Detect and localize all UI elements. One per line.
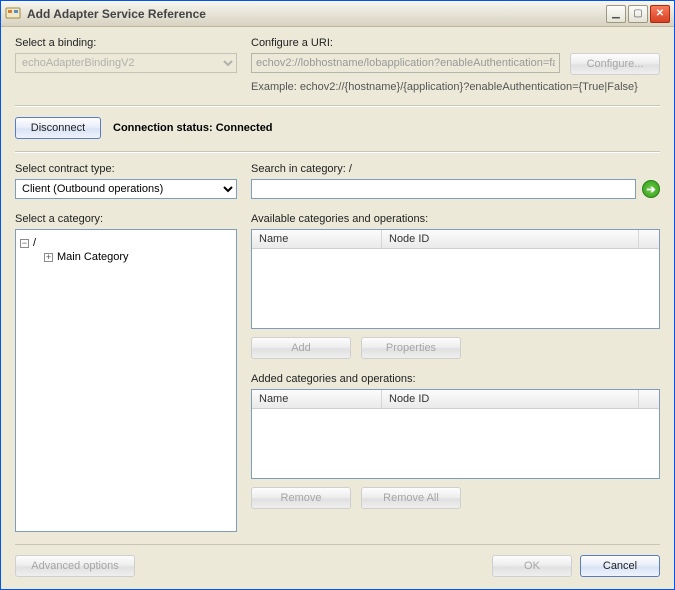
added-col-name[interactable]: Name xyxy=(252,390,382,408)
contract-group: Select contract type: Client (Outbound o… xyxy=(15,163,237,199)
category-pane: Select a category: − / + Main Category xyxy=(15,205,237,532)
added-col-end xyxy=(639,390,659,408)
connection-status-label: Connection status: xyxy=(113,122,213,134)
contract-search-row: Select contract type: Client (Outbound o… xyxy=(15,163,660,199)
tree-root[interactable]: − / xyxy=(20,236,232,250)
content-area: Select a binding: echoAdapterBindingV2 C… xyxy=(1,27,674,589)
disconnect-button[interactable]: Disconnect xyxy=(15,117,101,139)
remove-button[interactable]: Remove xyxy=(251,487,351,509)
available-buttons: Add Properties xyxy=(251,337,660,359)
removeall-button[interactable]: Remove All xyxy=(361,487,461,509)
available-listview[interactable]: Name Node ID xyxy=(251,229,660,329)
search-label: Search in category: / xyxy=(251,163,660,175)
window-title: Add Adapter Service Reference xyxy=(27,7,606,21)
binding-label: Select a binding: xyxy=(15,37,237,49)
available-col-nodeid[interactable]: Node ID xyxy=(382,230,639,248)
added-col-nodeid[interactable]: Node ID xyxy=(382,390,639,408)
search-input[interactable] xyxy=(251,179,636,199)
titlebar: Add Adapter Service Reference ▁ ▢ ✕ xyxy=(1,1,674,27)
available-label: Available categories and operations: xyxy=(251,213,660,225)
footer-bar: Advanced options OK Cancel xyxy=(15,544,660,577)
tree-toggle-plus-icon[interactable]: + xyxy=(44,253,53,262)
tree-children: + Main Category xyxy=(44,250,232,264)
added-header: Name Node ID xyxy=(252,390,659,409)
added-label: Added categories and operations: xyxy=(251,373,660,385)
binding-select[interactable]: echoAdapterBindingV2 xyxy=(15,53,237,73)
configure-button[interactable]: Configure... xyxy=(570,53,660,75)
search-go-icon[interactable]: ➔ xyxy=(642,180,660,198)
uri-label: Configure a URI: xyxy=(251,37,660,49)
operations-pane: Available categories and operations: Nam… xyxy=(251,205,660,532)
available-header: Name Node ID xyxy=(252,230,659,249)
tree-item-label: Main Category xyxy=(57,251,129,263)
tree-root-label: / xyxy=(33,237,36,249)
separator-1 xyxy=(15,105,660,107)
ok-button[interactable]: OK xyxy=(492,555,572,577)
added-listview[interactable]: Name Node ID xyxy=(251,389,660,479)
binding-group: Select a binding: echoAdapterBindingV2 xyxy=(15,37,237,73)
add-button[interactable]: Add xyxy=(251,337,351,359)
tree-item-main-category[interactable]: + Main Category xyxy=(44,250,232,264)
available-col-end xyxy=(639,230,659,248)
category-tree-label: Select a category: xyxy=(15,213,237,225)
uri-group: Configure a URI: Configure... Example: e… xyxy=(251,37,660,93)
separator-2 xyxy=(15,151,660,153)
category-tree[interactable]: − / + Main Category xyxy=(15,229,237,532)
available-col-name[interactable]: Name xyxy=(252,230,382,248)
contract-select[interactable]: Client (Outbound operations) xyxy=(15,179,237,199)
window-controls: ▁ ▢ ✕ xyxy=(606,5,670,23)
advanced-options-button[interactable]: Advanced options xyxy=(15,555,135,577)
app-icon xyxy=(5,6,21,22)
connection-status-value: Connected xyxy=(216,122,273,134)
main-grid: Select a category: − / + Main Category xyxy=(15,205,660,532)
uri-example: Example: echov2://{hostname}/{applicatio… xyxy=(251,81,660,93)
uri-input[interactable] xyxy=(251,53,560,73)
connection-status: Connection status: Connected xyxy=(113,122,273,134)
cancel-button[interactable]: Cancel xyxy=(580,555,660,577)
properties-button[interactable]: Properties xyxy=(361,337,461,359)
minimize-button[interactable]: ▁ xyxy=(606,5,626,23)
close-button[interactable]: ✕ xyxy=(650,5,670,23)
maximize-button[interactable]: ▢ xyxy=(628,5,648,23)
tree-toggle-minus-icon[interactable]: − xyxy=(20,239,29,248)
config-row: Select a binding: echoAdapterBindingV2 C… xyxy=(15,37,660,93)
window-root: Add Adapter Service Reference ▁ ▢ ✕ Sele… xyxy=(0,0,675,590)
connection-status-row: Disconnect Connection status: Connected xyxy=(15,117,660,139)
added-buttons: Remove Remove All xyxy=(251,487,660,509)
contract-label: Select contract type: xyxy=(15,163,237,175)
search-group: Search in category: / ➔ xyxy=(251,163,660,199)
